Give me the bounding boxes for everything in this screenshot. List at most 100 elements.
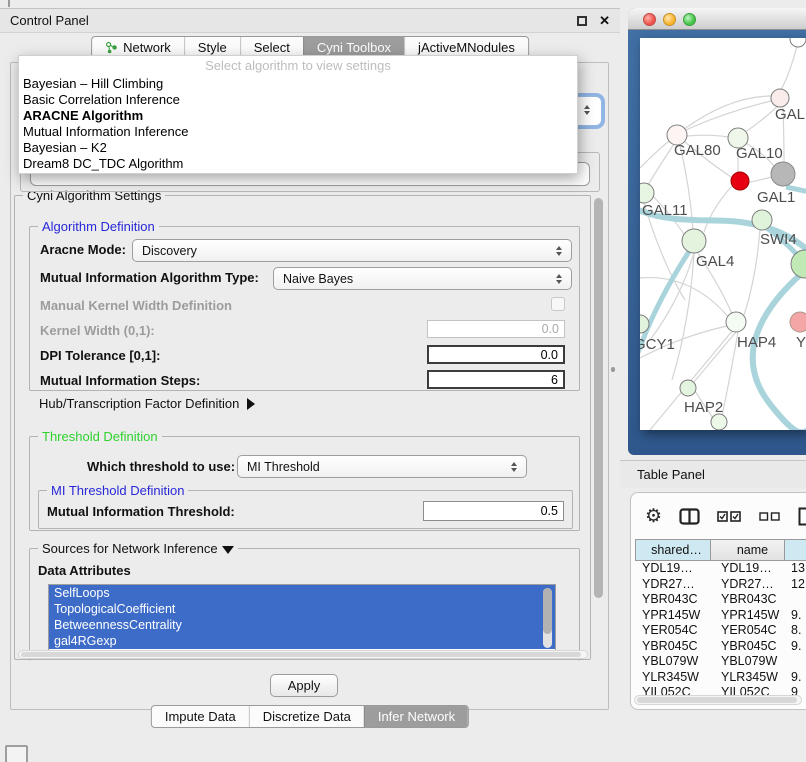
table-panel-title: Table Panel bbox=[637, 467, 705, 482]
node-gal4[interactable] bbox=[682, 229, 706, 253]
algorithm-option-aracne[interactable]: ARACNE Algorithm bbox=[19, 108, 577, 124]
which-threshold-combobox[interactable]: MI Threshold bbox=[237, 455, 527, 478]
node-red-selected[interactable] bbox=[731, 172, 749, 190]
close-icon[interactable]: ✕ bbox=[599, 16, 610, 26]
minimize-traffic-light-icon[interactable] bbox=[663, 13, 676, 26]
node-gal11[interactable] bbox=[640, 183, 654, 203]
node-attribute-table: shared… name YDL19…YDL19…13 YDR27…YDR27…… bbox=[635, 539, 806, 701]
node-gray[interactable] bbox=[771, 162, 795, 186]
algorithm-definition-group: Algorithm Definition Aracne Mode: Discov… bbox=[29, 226, 580, 391]
node-label-gcy1: GCY1 bbox=[640, 336, 675, 353]
table-rows: YDL19…YDL19…13 YDR27…YDR27…12 YBR043CYBR… bbox=[635, 561, 806, 701]
attribute-item-topologicalcoefficient[interactable]: TopologicalCoefficient bbox=[49, 601, 555, 617]
tab-infer-network[interactable]: Infer Network bbox=[364, 706, 468, 727]
node-unlabeled-top[interactable] bbox=[790, 38, 806, 47]
mi-steps-field[interactable] bbox=[427, 370, 565, 389]
node-label-gal11: GAL11 bbox=[642, 202, 688, 219]
zoom-traffic-light-icon[interactable] bbox=[683, 13, 696, 26]
mi-threshold-label: Mutual Information Threshold: bbox=[47, 504, 235, 519]
apply-button[interactable]: Apply bbox=[270, 674, 338, 697]
algorithm-option-bayesian-hill-climbing[interactable]: Bayesian – Hill Climbing bbox=[19, 76, 577, 92]
attribute-item-betweennesscentrality[interactable]: BetweennessCentrality bbox=[49, 617, 555, 633]
network-graph: GAL GAL80 GAL10 GAL1 GAL11 SWI4 GAL4 GCY… bbox=[640, 38, 806, 430]
manual-kernel-label: Manual Kernel Width Definition bbox=[40, 298, 232, 313]
algorithm-option-mutual-information[interactable]: Mutual Information Inference bbox=[19, 124, 577, 140]
aracne-mode-label: Aracne Mode: bbox=[40, 242, 126, 257]
deselect-all-icon[interactable] bbox=[759, 512, 781, 521]
import-table-icon[interactable] bbox=[798, 507, 806, 526]
table-row[interactable]: YER054CYER054C8. bbox=[635, 623, 806, 639]
node-label-gal10: GAL10 bbox=[736, 145, 783, 162]
network-canvas[interactable]: GAL GAL80 GAL10 GAL1 GAL11 SWI4 GAL4 GCY… bbox=[640, 38, 806, 430]
table-row[interactable]: YDL19…YDL19…13 bbox=[635, 561, 806, 577]
tab-discretize-data[interactable]: Discretize Data bbox=[249, 706, 364, 727]
table-horizontal-scrollbar[interactable] bbox=[634, 695, 802, 705]
table-row[interactable]: YBR045CYBR045C9. bbox=[635, 639, 806, 655]
mi-threshold-field[interactable] bbox=[423, 501, 564, 521]
column-header-name[interactable]: name bbox=[711, 539, 785, 561]
settings-gear-icon[interactable]: ⚙ bbox=[645, 507, 662, 526]
data-attributes-label: Data Attributes bbox=[38, 563, 131, 578]
table-row[interactable]: YBR043CYBR043C bbox=[635, 592, 806, 608]
which-threshold-label: Which threshold to use: bbox=[87, 459, 235, 474]
node-label-gal4: GAL4 bbox=[696, 253, 734, 270]
combo-arrows-icon bbox=[551, 246, 567, 256]
manual-kernel-checkbox[interactable] bbox=[551, 297, 565, 311]
attribute-item-selfloops[interactable]: SelfLoops bbox=[49, 585, 555, 601]
list-vertical-scrollbar[interactable] bbox=[543, 588, 552, 648]
column-layout-icon[interactable] bbox=[679, 508, 700, 525]
node-swi4[interactable] bbox=[752, 210, 772, 230]
table-panel-body: ⚙ shared… name bbox=[630, 492, 806, 710]
panel-splitter-handle[interactable] bbox=[611, 367, 615, 372]
table-row[interactable]: YLR345WYLR345W9. bbox=[635, 670, 806, 686]
node-label-hap2: HAP2 bbox=[684, 399, 723, 416]
node-label-gal1: GAL1 bbox=[757, 189, 795, 206]
table-row[interactable]: YPR145WYPR145W9. bbox=[635, 608, 806, 624]
table-row[interactable]: YBL079WYBL079W bbox=[635, 654, 806, 670]
close-traffic-light-icon[interactable] bbox=[643, 13, 656, 26]
algorithm-definition-title: Algorithm Definition bbox=[38, 219, 159, 234]
popup-placeholder: Select algorithm to view settings bbox=[19, 56, 577, 76]
network-view-window: GAL GAL80 GAL10 GAL1 GAL11 SWI4 GAL4 GCY… bbox=[628, 8, 806, 455]
dpi-tolerance-label: DPI Tolerance [0,1]: bbox=[40, 348, 160, 363]
node-pink-right[interactable] bbox=[790, 312, 806, 332]
dpi-tolerance-field[interactable] bbox=[427, 345, 565, 364]
node-label-hap4: HAP4 bbox=[737, 334, 776, 351]
node-hap2[interactable] bbox=[680, 380, 696, 396]
table-row[interactable]: YDR27…YDR27…12 bbox=[635, 577, 806, 593]
aracne-mode-combobox[interactable]: Discovery bbox=[132, 239, 572, 262]
expand-right-icon bbox=[247, 398, 255, 410]
float-window-icon[interactable] bbox=[577, 16, 587, 26]
attribute-item-gal4rgexp[interactable]: gal4RGexp bbox=[49, 633, 555, 649]
tab-impute-data[interactable]: Impute Data bbox=[152, 706, 249, 727]
algorithm-option-dream8[interactable]: Dream8 DC_TDC Algorithm bbox=[19, 156, 577, 172]
table-panel-titlebar: Table Panel bbox=[620, 460, 806, 488]
settings-horizontal-scrollbar[interactable] bbox=[18, 650, 588, 659]
threshold-definition-group: Threshold Definition Which threshold to … bbox=[29, 436, 580, 531]
column-header-clipped[interactable] bbox=[785, 539, 806, 561]
mi-steps-label: Mutual Information Steps: bbox=[40, 373, 200, 388]
node-gal-top[interactable] bbox=[771, 89, 789, 107]
select-all-icon[interactable] bbox=[717, 511, 742, 522]
column-header-shared-name[interactable]: shared… bbox=[635, 539, 711, 561]
mi-type-combobox[interactable]: Naive Bayes bbox=[273, 267, 572, 290]
control-panel-titlebar: Control Panel ✕ bbox=[0, 8, 620, 33]
algorithm-option-bayesian-k2[interactable]: Bayesian – K2 bbox=[19, 140, 577, 156]
hub-transcription-expander[interactable]: Hub/Transcription Factor Definition bbox=[39, 396, 255, 411]
sources-group-title[interactable]: Sources for Network Inference bbox=[38, 541, 238, 556]
node-label-y: Y bbox=[796, 334, 806, 351]
tab-edge-stub bbox=[8, 0, 10, 7]
node-label-swi4: SWI4 bbox=[760, 231, 797, 248]
cyni-algorithm-settings-group: Cyni Algorithm Settings Algorithm Defini… bbox=[14, 195, 591, 660]
mi-threshold-group: MI Threshold Definition Mutual Informati… bbox=[38, 490, 573, 529]
settings-vertical-scrollbar[interactable] bbox=[592, 195, 605, 657]
control-panel-title: Control Panel bbox=[10, 13, 577, 28]
cyni-bottom-tab-bar: Impute Data Discretize Data Infer Networ… bbox=[151, 705, 469, 728]
node-unlabeled-bottom[interactable] bbox=[711, 414, 727, 430]
network-window-titlebar bbox=[628, 8, 806, 30]
minimized-panel-icon[interactable] bbox=[5, 745, 28, 762]
node-hap4[interactable] bbox=[726, 312, 746, 332]
algorithm-option-basic-correlation[interactable]: Basic Correlation Inference bbox=[19, 92, 577, 108]
control-panel-window: Control Panel ✕ Network Style Select Cyn… bbox=[0, 8, 620, 739]
kernel-width-field[interactable] bbox=[427, 320, 565, 338]
